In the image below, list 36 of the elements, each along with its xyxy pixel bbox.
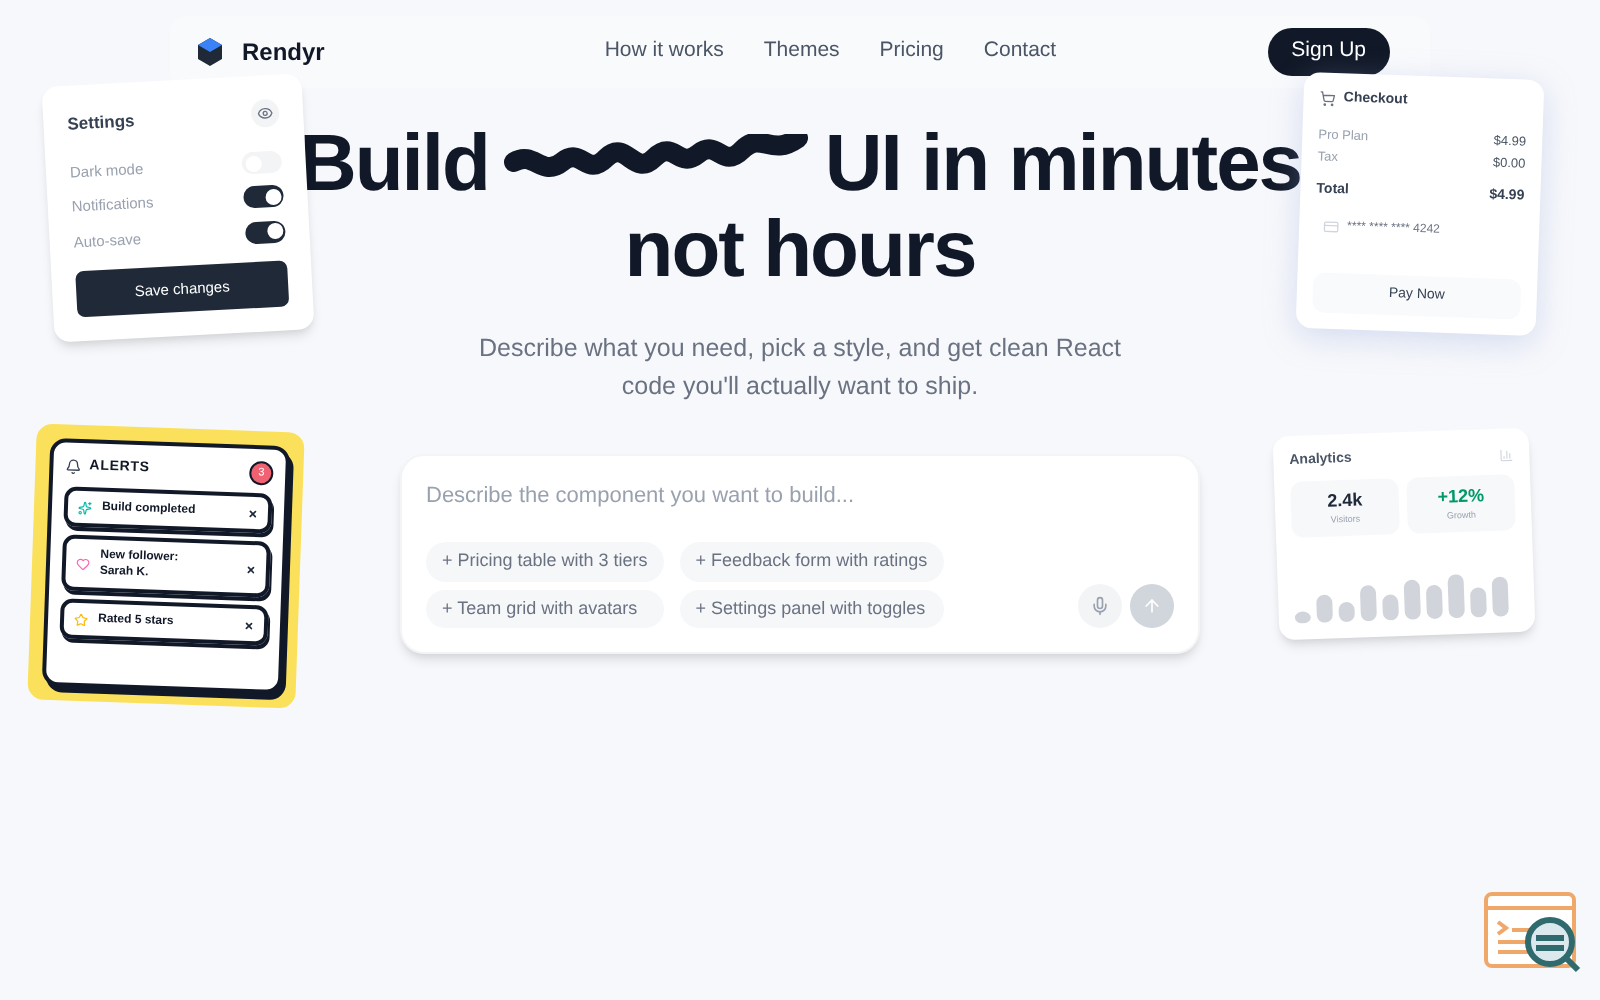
hero-subtitle: Describe what you need, pick a style, and get clean React code you'll actually want to ship. xyxy=(476,332,1123,404)
stat-value: 2.4k xyxy=(1326,486,1363,514)
nav-link[interactable]: Themes xyxy=(763,36,840,68)
hero-heading: UI in minutes xyxy=(824,124,1302,204)
stat-value: +12% xyxy=(1437,482,1485,510)
suggestion-chip[interactable]: + Settings panel with toggles xyxy=(679,589,944,628)
nav-link[interactable]: Contact xyxy=(983,36,1057,68)
sign-up-button[interactable]: Sign Up xyxy=(1267,28,1390,76)
arrow-up-icon xyxy=(1142,596,1162,616)
eye-icon xyxy=(250,98,280,128)
nav-link[interactable]: Pricing xyxy=(879,36,944,68)
suggestion-chip[interactable]: + Pricing table with 3 tiers xyxy=(426,542,664,581)
microphone-icon xyxy=(1090,596,1110,616)
prompt-field[interactable]: Describe the component you want to build... xyxy=(426,480,1174,513)
hero-heading: not hours xyxy=(624,210,976,290)
microphone-button[interactable] xyxy=(1078,584,1122,628)
nav-link[interactable]: How it works xyxy=(604,36,724,68)
heart-icon xyxy=(75,555,91,571)
bar-chart-icon xyxy=(1499,447,1514,463)
toggle-switch[interactable] xyxy=(243,185,285,210)
close-icon[interactable] xyxy=(243,619,255,631)
bell-icon xyxy=(65,458,82,475)
close-icon[interactable] xyxy=(245,563,257,575)
close-icon[interactable] xyxy=(247,507,259,519)
hero-heading: Build xyxy=(298,124,489,204)
card-title: Settings xyxy=(66,107,136,137)
code-search-icon xyxy=(1482,890,1582,978)
cart-icon xyxy=(1319,90,1336,108)
sparkle-icon xyxy=(77,499,93,515)
star-icon xyxy=(73,611,89,627)
credit-card-icon xyxy=(1322,218,1340,236)
suggestion-chip[interactable]: + Feedback form with ratings xyxy=(679,542,944,581)
cube-logo-icon xyxy=(194,36,226,68)
brand-name: Rendyr xyxy=(242,36,325,70)
suggestion-chip[interactable]: + Team grid with avatars xyxy=(426,589,664,628)
toggle-switch[interactable] xyxy=(244,219,286,244)
